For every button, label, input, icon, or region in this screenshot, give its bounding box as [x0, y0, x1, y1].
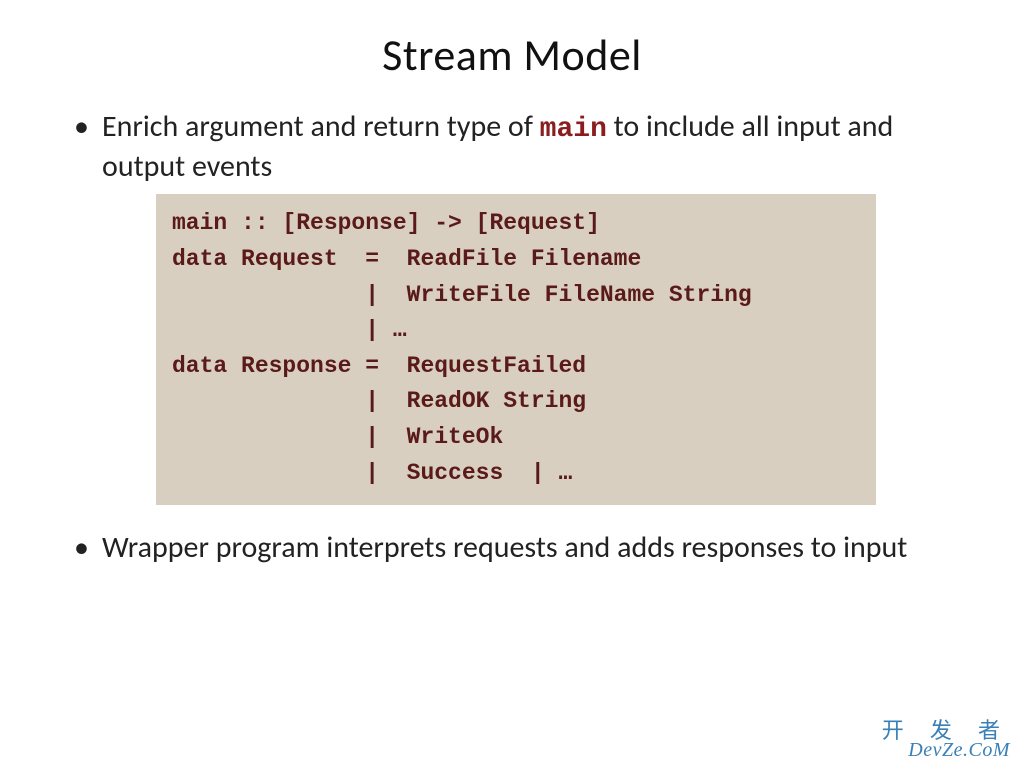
slide: Stream Model Enrich argument and return … [0, 0, 1024, 768]
inline-code-main: main [540, 114, 607, 145]
watermark: 开 发 者 DevZe.CoM [882, 720, 1010, 760]
slide-title: Stream Model [60, 28, 964, 82]
watermark-en: DevZe.CoM [882, 740, 1010, 760]
code-content: main :: [Response] -> [Request] data Req… [172, 206, 860, 491]
bullet-1-pre: Enrich argument and return type of [102, 108, 540, 145]
code-block: main :: [Response] -> [Request] data Req… [156, 194, 876, 505]
bullet-2: Wrapper program interprets requests and … [68, 529, 964, 567]
bullet-1: Enrich argument and return type of main … [68, 108, 964, 186]
bullet-list-top: Enrich argument and return type of main … [68, 108, 964, 186]
bullet-list-bottom: Wrapper program interprets requests and … [68, 529, 964, 567]
